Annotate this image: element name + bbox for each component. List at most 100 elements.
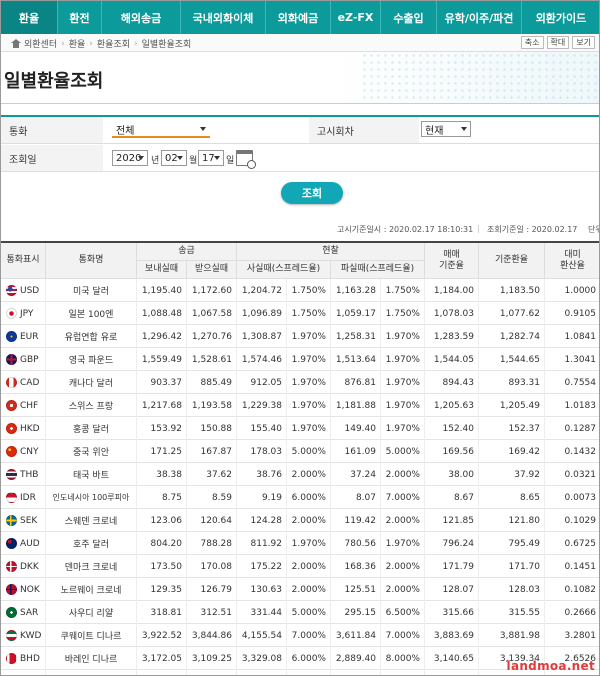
- rate-sell: 3,611.84: [331, 624, 381, 647]
- nav-tab[interactable]: 해외송금: [102, 1, 181, 34]
- zoom-in-button[interactable]: 확대: [546, 36, 570, 49]
- calendar-icon[interactable]: [236, 150, 256, 169]
- currency-name[interactable]: 스웨덴 크로네: [46, 509, 137, 532]
- rate-buy-spread: 1.970%: [287, 417, 331, 440]
- header-cash-buy: 사실때(스프레드율): [237, 261, 331, 279]
- rate-base: 893.31: [479, 371, 545, 394]
- breadcrumb-bar: 외환센터 › 환율 › 환율조회 › 일별환율조회 축소 확대 보기: [1, 34, 599, 52]
- rate-trade: 121.85: [425, 509, 479, 532]
- breadcrumb-item-fx-center[interactable]: 외환센터: [24, 37, 57, 50]
- header-base-rate: 기준환율: [479, 243, 545, 279]
- table-row: DKK 덴마크 크로네 173.50 170.08 175.22 2.000% 168.36…: [1, 555, 599, 578]
- table-row: KWD 쿠웨이트 디나르 3,922.52 3,844.86 4,155.54 7.000…: [1, 624, 599, 647]
- breadcrumb-item-rate[interactable]: 환율: [69, 37, 86, 50]
- rate-send: 1,559.49: [137, 348, 187, 371]
- currency-name[interactable]: 캐나다 달러: [46, 371, 137, 394]
- rate-recv: 170.08: [187, 555, 237, 578]
- currency-name[interactable]: 스위스 프랑: [46, 394, 137, 417]
- view-button[interactable]: 보기: [572, 36, 595, 49]
- currency-name[interactable]: 미국 달러: [46, 279, 137, 302]
- currency-select[interactable]: 전체: [112, 121, 210, 137]
- rate-sell-spread: 1.750%: [381, 302, 425, 325]
- currency-code: EUR: [20, 331, 39, 342]
- rate-buy: 1,308.87: [237, 325, 287, 348]
- rate-buy-spread: 7.000%: [287, 624, 331, 647]
- currency-name[interactable]: 유럽연합 유로: [46, 325, 137, 348]
- nav-tab[interactable]: 유학/이주/파견: [437, 1, 522, 34]
- currency-code: BHD: [20, 653, 40, 664]
- nav-tab[interactable]: 수출입: [381, 1, 437, 34]
- rate-base: 121.80: [479, 509, 545, 532]
- zoom-out-button[interactable]: 축소: [520, 36, 544, 49]
- currency-name[interactable]: 노르웨이 크로네: [46, 578, 137, 601]
- table-row: EUR 유럽연합 유로 1,296.42 1,270.76 1,308.87 1.970%…: [1, 325, 599, 348]
- currency-code: NOK: [20, 584, 40, 595]
- header-name: 통화명: [46, 243, 137, 279]
- rate-send: 804.20: [137, 532, 187, 555]
- rate-trade: 3,140.65: [425, 647, 479, 670]
- rate-usd: 1.3041: [545, 348, 599, 371]
- rate-base: 128.03: [479, 578, 545, 601]
- cad-flag-icon: [6, 377, 17, 388]
- bhd-flag-icon: [6, 653, 17, 664]
- day-value: 17: [202, 152, 215, 164]
- rate-usd: 0.2666: [545, 601, 599, 624]
- rate-buy-spread: 1.970%: [287, 371, 331, 394]
- nav-tab[interactable]: 환율: [1, 1, 58, 34]
- currency-code: HKD: [20, 423, 40, 434]
- search-button[interactable]: 조회: [281, 182, 343, 204]
- rate-usd: 0.1451: [545, 555, 599, 578]
- rate-sell: 149.40: [331, 417, 381, 440]
- usd-flag-icon: [6, 285, 17, 296]
- home-icon[interactable]: [11, 39, 21, 48]
- currency-code-cell: CHF: [1, 394, 46, 417]
- rate-send: 171.25: [137, 440, 187, 463]
- currency-name[interactable]: U.A.E 디르함: [46, 670, 137, 675]
- search-form: 통화 전체 고시회차 현재 조회일 2020 년 02 월 17 일: [1, 115, 599, 172]
- day-select[interactable]: 17: [198, 150, 224, 166]
- breadcrumb-item-rate-lookup[interactable]: 환율조회: [97, 37, 130, 50]
- currency-name[interactable]: 일본 100엔: [46, 302, 137, 325]
- rate-buy: 811.92: [237, 532, 287, 555]
- nav-tab[interactable]: eZ-FX: [331, 1, 381, 34]
- page-frame: 환율 환전 해외송금 국내외화이체 외화예금 eZ-FX 수출입 유학/이주/파견 외환가이드 …: [0, 0, 600, 676]
- currency-name[interactable]: 바레인 디나르: [46, 647, 137, 670]
- currency-name[interactable]: 사우디 리얄: [46, 601, 137, 624]
- notice-round-select[interactable]: 현재: [421, 121, 471, 137]
- nav-tab[interactable]: 외화예금: [266, 1, 331, 34]
- year-select[interactable]: 2020: [112, 150, 148, 166]
- rate-buy: 155.40: [237, 417, 287, 440]
- currency-code-cell: AED: [1, 670, 46, 675]
- rate-sell: 780.56: [331, 532, 381, 555]
- rate-send: 3,922.52: [137, 624, 187, 647]
- query-date: 조회기준일 : 2020.02.17: [487, 225, 578, 234]
- nav-tab[interactable]: 외환가이드: [522, 1, 599, 34]
- chevron-down-icon: [214, 156, 220, 160]
- table-row: JPY 일본 100엔 1,088.48 1,067.58 1,096.89 1.750%…: [1, 302, 599, 325]
- currency-name[interactable]: 태국 바트: [46, 463, 137, 486]
- currency-name[interactable]: 홍콩 달러: [46, 417, 137, 440]
- header-code: 통화표시: [1, 243, 46, 279]
- rate-send: 173.50: [137, 555, 187, 578]
- currency-name[interactable]: 중국 위안: [46, 440, 137, 463]
- rate-usd: 0.0321: [545, 463, 599, 486]
- rate-send: 325.54: [137, 670, 187, 675]
- nav-tab[interactable]: 환전: [58, 1, 102, 34]
- currency-name[interactable]: 영국 파운드: [46, 348, 137, 371]
- currency-code-cell: USD: [1, 279, 46, 302]
- currency-name[interactable]: 쿠웨이트 디나르: [46, 624, 137, 647]
- rate-trade: 128.07: [425, 578, 479, 601]
- rate-sell: 1,513.64: [331, 348, 381, 371]
- header-remit-receive: 받으실때: [187, 261, 237, 279]
- currency-name[interactable]: 인도네시아 100루피아: [46, 486, 137, 509]
- rate-base: 3,881.98: [479, 624, 545, 647]
- jpy-flag-icon: [6, 308, 17, 319]
- month-select[interactable]: 02: [161, 150, 187, 166]
- rate-sell-spread: 7.000%: [381, 624, 425, 647]
- currency-name[interactable]: 덴마크 크로네: [46, 555, 137, 578]
- rate-recv: 1,067.58: [187, 302, 237, 325]
- currency-name[interactable]: 호주 달러: [46, 532, 137, 555]
- nav-tab[interactable]: 국내외화이체: [181, 1, 266, 34]
- rate-send: 129.35: [137, 578, 187, 601]
- rate-buy-spread: 1.970%: [287, 348, 331, 371]
